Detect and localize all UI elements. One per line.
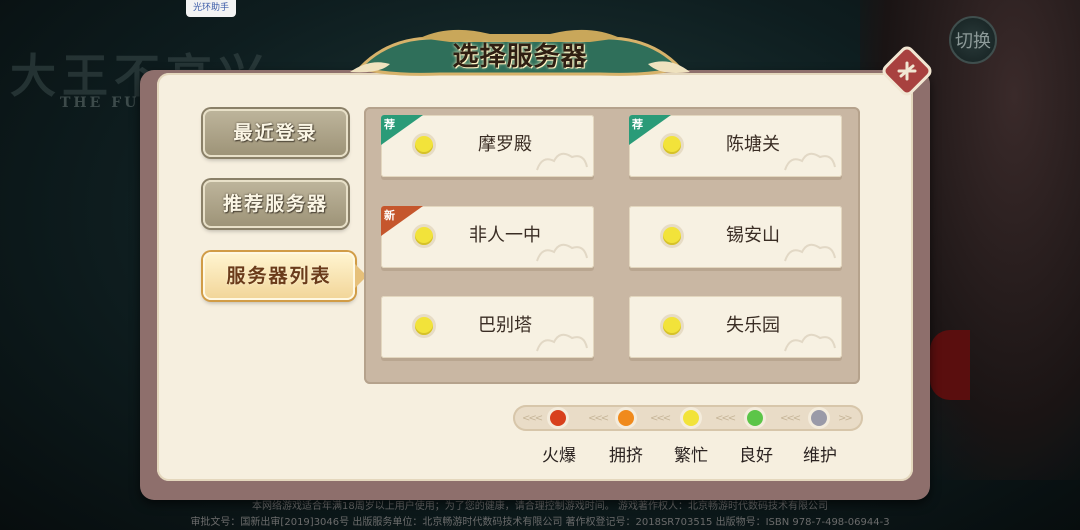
cloud-pattern-icon [536,333,588,352]
cloud-pattern-icon [784,243,836,262]
status-dot-busy [415,317,433,335]
server-card[interactable]: 巴别塔 [381,296,594,358]
legend-ornament: <<< [650,413,671,424]
legend-dot-good [747,410,763,426]
recommend-tag-label: 荐 [632,118,643,131]
dialog-title-banner: 选择服务器 [350,28,690,80]
status-dot-busy [415,227,433,245]
tab-recent-login[interactable]: 最近登录 [203,109,348,157]
assistant-badge[interactable]: 光环助手 [186,0,236,17]
status-dot-busy [415,136,433,154]
legend-label-busy: 繁忙 [674,446,708,466]
background-logo-subtitle: THE FU [60,95,140,111]
cloud-pattern-icon [784,152,836,171]
dialog-title: 选择服务器 [452,42,588,72]
cloud-pattern-icon [536,243,588,262]
legend-dot-busy [683,410,699,426]
cloud-pattern-icon [784,333,836,352]
legend-ornament: >> [838,413,853,424]
legend-ornament: <<< [588,413,609,424]
legend-ornament: <<< [780,413,801,424]
status-dot-busy [663,136,681,154]
tab-server-list[interactable]: 服务器列表 [203,252,367,300]
legend-label-maintenance: 维护 [803,446,837,466]
cloud-pattern-icon [536,152,588,171]
legend-ornament: <<< [522,413,543,424]
server-card[interactable]: 荐 摩罗殿 [381,115,594,177]
switch-account-button[interactable]: 切换 [949,16,997,64]
server-card[interactable]: 锡安山 [629,206,842,268]
footer-license-info: 审批文号：国新出审[2019]3046号 出版服务单位：北京畅游时代数码技术有限… [190,517,890,528]
status-dot-busy [663,227,681,245]
legend-label-crowded: 拥挤 [609,446,643,466]
background-decoration [930,330,970,400]
server-card[interactable]: 失乐园 [629,296,842,358]
close-seal-icon [882,46,932,96]
legend-label-good: 良好 [739,446,773,466]
legend-dot-crowded [618,410,634,426]
new-tag-label: 新 [384,209,395,222]
status-dot-busy [663,317,681,335]
tab-recommended-servers[interactable]: 推荐服务器 [203,180,348,228]
legend-dot-hot [550,410,566,426]
server-card[interactable]: 荐 陈塘关 [629,115,842,177]
legend-label-hot: 火爆 [542,446,576,466]
legend-ornament: <<< [715,413,736,424]
legend-dot-maintenance [811,410,827,426]
server-card[interactable]: 新 非人一中 [381,206,594,268]
close-button[interactable] [882,46,932,96]
recommend-tag-label: 荐 [384,118,395,131]
